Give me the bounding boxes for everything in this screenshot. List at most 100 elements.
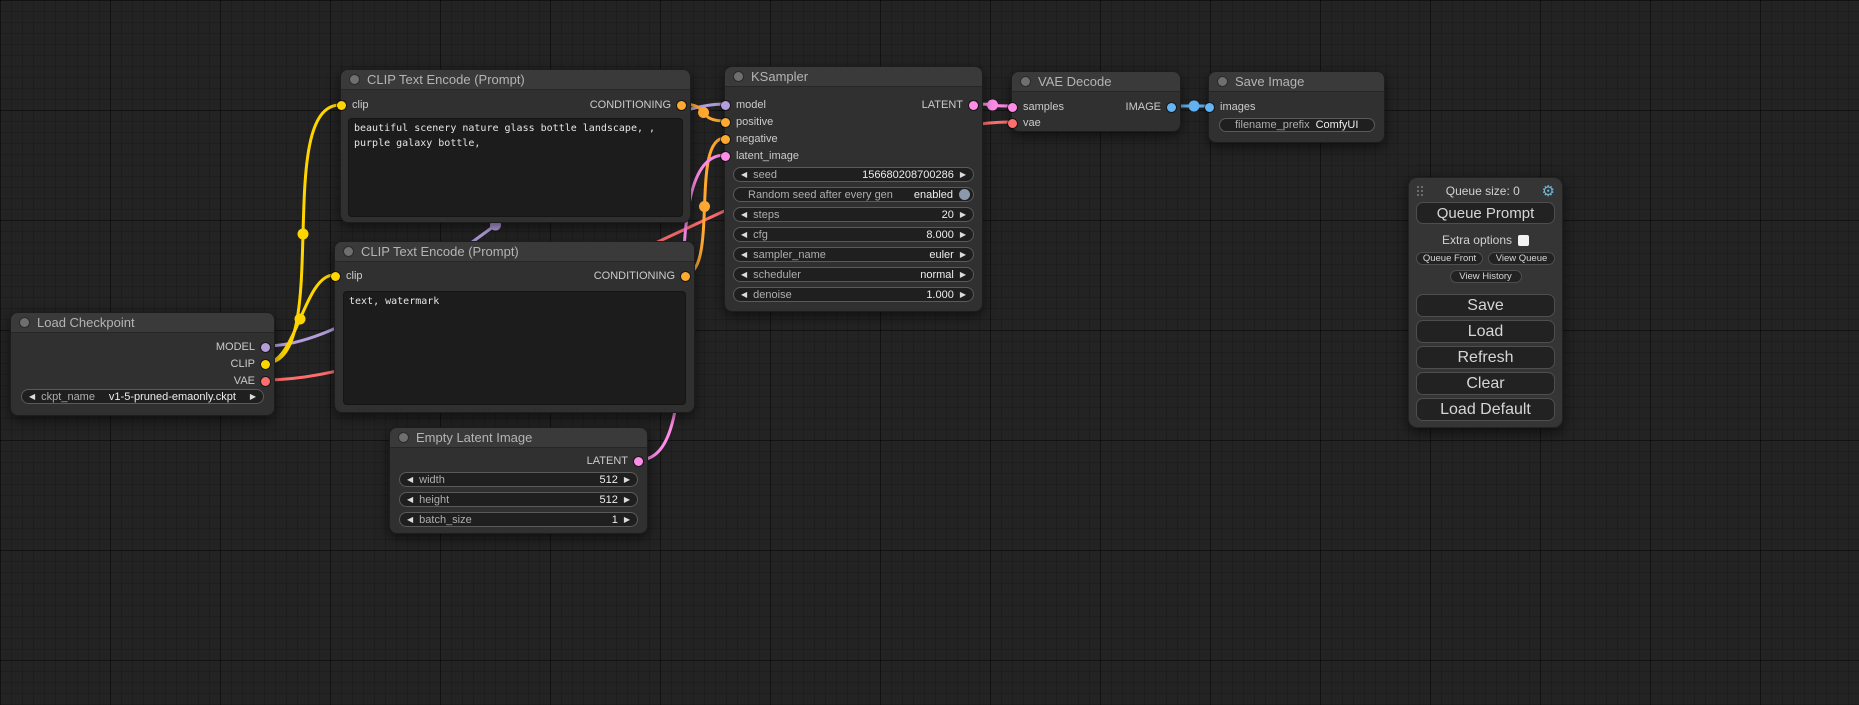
images-input-port[interactable] <box>1205 103 1214 112</box>
conditioning-output-port[interactable] <box>677 101 686 110</box>
decrement-arrow-icon[interactable]: ◀ <box>29 393 35 401</box>
view-queue-button[interactable]: View Queue <box>1488 252 1555 265</box>
image-output-port[interactable] <box>1167 103 1176 112</box>
node-save-image[interactable]: Save Image images filename_prefix ComfyU… <box>1208 71 1385 143</box>
input-slot-vae[interactable]: vae <box>1012 115 1041 131</box>
view-history-button[interactable]: View History <box>1450 270 1522 283</box>
decrement-arrow-icon[interactable]: ◀ <box>407 476 413 484</box>
decrement-arrow-icon[interactable]: ◀ <box>407 496 413 504</box>
cfg-widget[interactable]: ◀ cfg 8.000 ▶ <box>733 227 974 242</box>
output-slot-latent[interactable]: LATENT <box>922 97 982 113</box>
negative-input-port[interactable] <box>721 135 730 144</box>
output-slot-latent[interactable]: LATENT <box>587 453 647 469</box>
input-slot-negative[interactable]: negative <box>725 131 778 147</box>
node-ksampler[interactable]: KSampler model positive negative latent_… <box>724 66 983 312</box>
node-empty-latent-image[interactable]: Empty Latent Image LATENT ◀ width 512 ▶ … <box>389 427 648 534</box>
decrement-arrow-icon[interactable]: ◀ <box>741 291 747 299</box>
random-seed-toggle-widget[interactable]: Random seed after every gen enabled <box>733 187 974 202</box>
increment-arrow-icon[interactable]: ▶ <box>960 291 966 299</box>
input-slot-samples[interactable]: samples <box>1012 99 1064 115</box>
increment-arrow-icon[interactable]: ▶ <box>624 496 630 504</box>
node-title-bar[interactable]: Empty Latent Image <box>390 428 647 448</box>
input-slot-images[interactable]: images <box>1209 99 1255 115</box>
sampler-name-widget[interactable]: ◀ sampler_name euler ▶ <box>733 247 974 262</box>
decrement-arrow-icon[interactable]: ◀ <box>741 231 747 239</box>
increment-arrow-icon[interactable]: ▶ <box>960 251 966 259</box>
load-default-button[interactable]: Load Default <box>1416 398 1555 421</box>
increment-arrow-icon[interactable]: ▶ <box>960 211 966 219</box>
denoise-widget[interactable]: ◀ denoise 1.000 ▶ <box>733 287 974 302</box>
clip-input-port[interactable] <box>337 101 346 110</box>
node-title-bar[interactable]: CLIP Text Encode (Prompt) <box>341 70 690 90</box>
slot-label: LATENT <box>922 99 963 111</box>
vae-output-port[interactable] <box>261 377 270 386</box>
node-title-bar[interactable]: Save Image <box>1209 72 1384 92</box>
latent-output-port[interactable] <box>634 457 643 466</box>
increment-arrow-icon[interactable]: ▶ <box>960 171 966 179</box>
seed-widget[interactable]: ◀ seed 156680208700286 ▶ <box>733 167 974 182</box>
input-slot-clip[interactable]: clip <box>341 97 369 113</box>
panel-drag-handle[interactable] <box>1416 185 1424 197</box>
scheduler-widget[interactable]: ◀ scheduler normal ▶ <box>733 267 974 282</box>
decrement-arrow-icon[interactable]: ◀ <box>741 271 747 279</box>
node-title-bar[interactable]: Load Checkpoint <box>11 313 274 333</box>
output-slot-vae[interactable]: VAE <box>234 373 274 389</box>
model-input-port[interactable] <box>721 101 730 110</box>
increment-arrow-icon[interactable]: ▶ <box>624 516 630 524</box>
latent-image-input-port[interactable] <box>721 152 730 161</box>
filename-prefix-widget[interactable]: filename_prefix ComfyUI <box>1219 118 1375 132</box>
positive-input-port[interactable] <box>721 118 730 127</box>
height-widget[interactable]: ◀ height 512 ▶ <box>399 492 638 507</box>
node-load-checkpoint[interactable]: Load Checkpoint MODEL CLIP VAE ◀ ckpt_na… <box>10 312 275 416</box>
refresh-button[interactable]: Refresh <box>1416 346 1555 369</box>
widget-label: filename_prefix <box>1235 119 1310 131</box>
widget-label: seed <box>753 169 777 181</box>
width-widget[interactable]: ◀ width 512 ▶ <box>399 472 638 487</box>
increment-arrow-icon[interactable]: ▶ <box>250 393 256 401</box>
increment-arrow-icon[interactable]: ▶ <box>960 231 966 239</box>
latent-output-port[interactable] <box>969 101 978 110</box>
decrement-arrow-icon[interactable]: ◀ <box>741 251 747 259</box>
output-slot-model[interactable]: MODEL <box>216 339 274 355</box>
output-slot-image[interactable]: IMAGE <box>1126 99 1180 115</box>
samples-input-port[interactable] <box>1008 103 1017 112</box>
extra-options-row: Extra options <box>1416 233 1555 247</box>
queue-prompt-button[interactable]: Queue Prompt <box>1416 202 1555 224</box>
toggle-knob[interactable] <box>959 189 970 200</box>
node-graph-canvas[interactable]: Load Checkpoint MODEL CLIP VAE ◀ ckpt_na… <box>0 0 1859 705</box>
input-slot-model[interactable]: model <box>725 97 766 113</box>
steps-widget[interactable]: ◀ steps 20 ▶ <box>733 207 974 222</box>
decrement-arrow-icon[interactable]: ◀ <box>741 211 747 219</box>
clip-output-port[interactable] <box>261 360 270 369</box>
increment-arrow-icon[interactable]: ▶ <box>624 476 630 484</box>
queue-front-button[interactable]: Queue Front <box>1416 252 1483 265</box>
ckpt-name-widget[interactable]: ◀ ckpt_name v1-5-pruned-emaonly.ckpt ▶ <box>21 389 264 404</box>
batch-size-widget[interactable]: ◀ batch_size 1 ▶ <box>399 512 638 527</box>
prompt-text-area[interactable]: text, watermark <box>343 291 686 405</box>
clear-button[interactable]: Clear <box>1416 372 1555 395</box>
node-clip-text-encode-positive[interactable]: CLIP Text Encode (Prompt) clip CONDITION… <box>340 69 691 223</box>
output-slot-conditioning[interactable]: CONDITIONING <box>590 97 690 113</box>
node-clip-text-encode-negative[interactable]: CLIP Text Encode (Prompt) clip CONDITION… <box>334 241 695 413</box>
load-button[interactable]: Load <box>1416 320 1555 343</box>
vae-input-port[interactable] <box>1008 119 1017 128</box>
save-button[interactable]: Save <box>1416 294 1555 317</box>
input-slot-clip[interactable]: clip <box>335 268 363 284</box>
node-title-bar[interactable]: KSampler <box>725 67 982 87</box>
decrement-arrow-icon[interactable]: ◀ <box>407 516 413 524</box>
input-slot-latent-image[interactable]: latent_image <box>725 148 799 164</box>
node-title-bar[interactable]: VAE Decode <box>1012 72 1180 92</box>
decrement-arrow-icon[interactable]: ◀ <box>741 171 747 179</box>
output-slot-clip[interactable]: CLIP <box>231 356 274 372</box>
prompt-text-area[interactable]: beautiful scenery nature glass bottle la… <box>348 118 683 217</box>
conditioning-output-port[interactable] <box>681 272 690 281</box>
output-slot-conditioning[interactable]: CONDITIONING <box>594 268 694 284</box>
node-title-bar[interactable]: CLIP Text Encode (Prompt) <box>335 242 694 262</box>
model-output-port[interactable] <box>261 343 270 352</box>
settings-gear-icon[interactable]: ⚙ <box>1542 184 1555 199</box>
extra-options-checkbox[interactable] <box>1518 235 1529 246</box>
increment-arrow-icon[interactable]: ▶ <box>960 271 966 279</box>
input-slot-positive[interactable]: positive <box>725 114 773 130</box>
clip-input-port[interactable] <box>331 272 340 281</box>
node-vae-decode[interactable]: VAE Decode samples vae IMAGE <box>1011 71 1181 132</box>
